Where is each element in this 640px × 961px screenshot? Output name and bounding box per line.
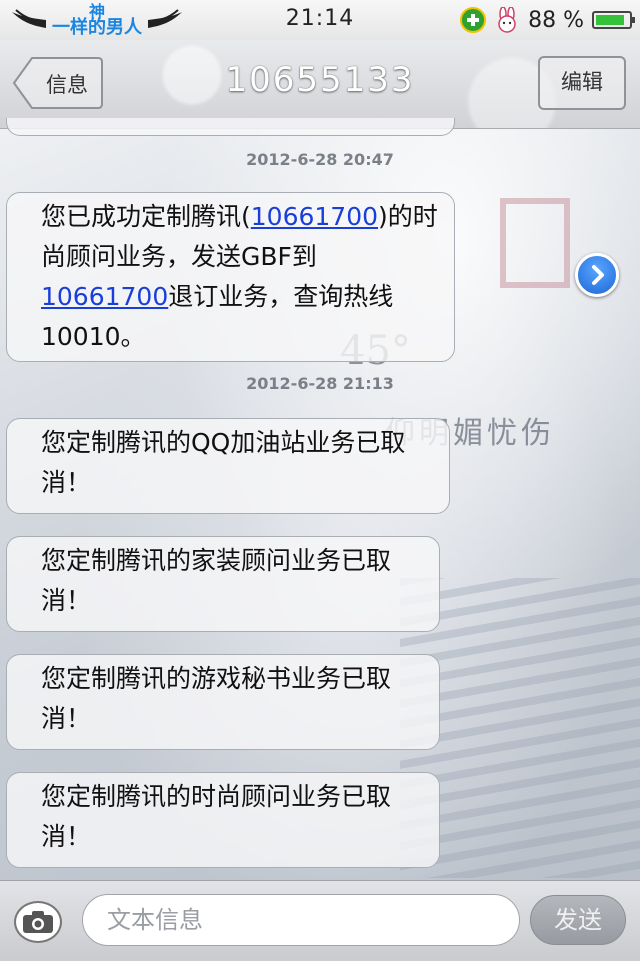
message-input-bar: 发送 [0, 880, 640, 961]
logo-text-line2: 一样的男人 [52, 17, 142, 38]
camera-button[interactable] [14, 901, 62, 943]
plus-app-icon [460, 7, 487, 33]
message-text-input[interactable] [82, 894, 520, 946]
back-button[interactable]: 信息 [12, 56, 104, 110]
message-text: 您定制腾讯的QQ加油站业务已取消！ [41, 428, 406, 497]
navigation-bar: 信息 10655133 编辑 [0, 40, 640, 129]
message-text: 您定制腾讯的家装顾问业务已取消！ [41, 546, 392, 615]
camera-icon [23, 911, 53, 933]
message-bubble[interactable]: 您定制腾讯的游戏秘书业务已取消！ [6, 654, 440, 750]
previous-message-bubble [6, 118, 455, 136]
conversation-title: 10655133 [225, 60, 415, 100]
message-bubble[interactable]: 您定制腾讯的QQ加油站业务已取消！ [6, 418, 450, 514]
phone-link[interactable]: 10661700 [251, 202, 378, 231]
message-timestamp: 2012-6-28 21:13 [246, 374, 394, 393]
status-time: 21:14 [285, 6, 355, 31]
phone-link[interactable]: 10661700 [41, 282, 168, 311]
send-button[interactable]: 发送 [530, 895, 626, 945]
chevron-right-icon [592, 265, 604, 285]
detail-disclosure-button[interactable] [575, 253, 619, 297]
message-text: ( [241, 202, 251, 231]
message-bubble[interactable]: 您已成功定制腾讯(10661700)的时尚顾问业务，发送GBF到10661700… [6, 192, 455, 362]
bunny-icon [498, 7, 516, 33]
message-bubble[interactable]: 您定制腾讯的家装顾问业务已取消！ [6, 536, 440, 632]
status-bar: 神 一样的男人 21:14 88 % [0, 0, 640, 40]
back-button-label: 信息 [46, 73, 88, 97]
message-text: 您已成功定制腾讯 [41, 202, 242, 231]
left-wing-icon [12, 9, 47, 28]
message-bubble[interactable]: 您定制腾讯的时尚顾问业务已取消！ [6, 772, 440, 868]
battery-level [596, 15, 625, 25]
wallpaper-picture-frame [500, 198, 570, 288]
edit-button[interactable]: 编辑 [538, 56, 626, 110]
message-text: 您定制腾讯的时尚顾问业务已取消！ [41, 782, 392, 851]
message-timestamp: 2012-6-28 20:47 [246, 150, 394, 169]
battery-icon [592, 11, 635, 29]
carrier-logo: 神 一样的男人 [10, 2, 184, 38]
right-wing-icon [147, 9, 182, 28]
battery-percent: 88 % [528, 7, 584, 33]
message-text: 您定制腾讯的游戏秘书业务已取消！ [41, 664, 392, 733]
